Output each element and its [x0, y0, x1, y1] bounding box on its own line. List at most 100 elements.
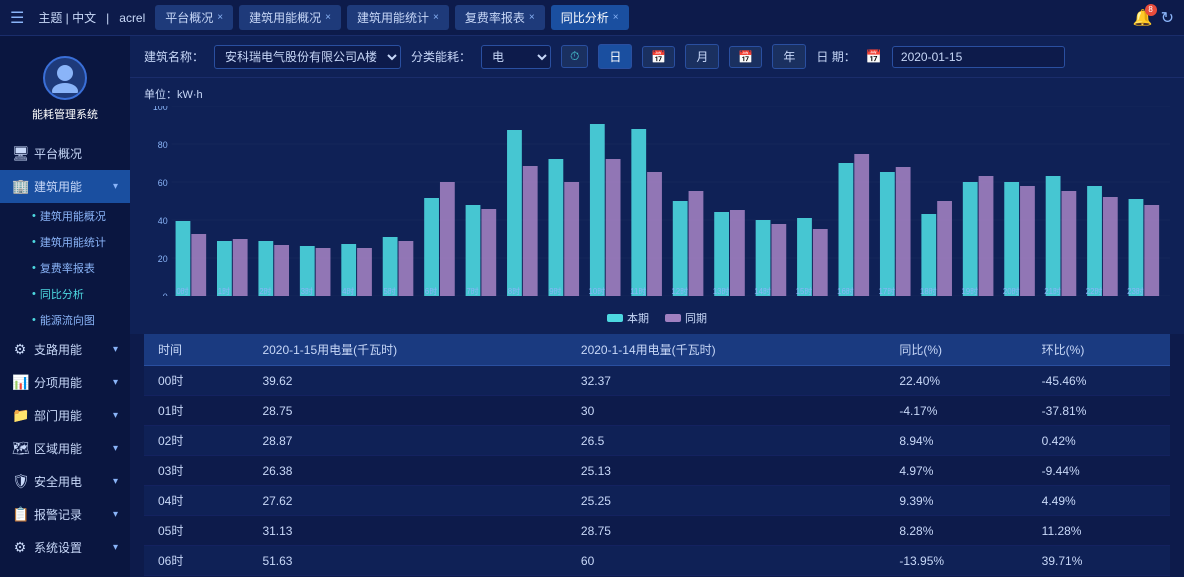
- tab-platform[interactable]: 平台概况 ×: [155, 5, 233, 30]
- area-icon: 🗺: [12, 440, 28, 457]
- table-cell: 04时: [144, 486, 248, 516]
- table-cell: 51.63: [248, 546, 566, 576]
- arrow-down-icon8: ▾: [113, 542, 118, 553]
- table-cell: 8.94%: [885, 426, 1027, 456]
- table-cell: 30: [567, 396, 885, 426]
- svg-text:17时: 17时: [879, 286, 896, 296]
- sub-item-building-overview[interactable]: 建筑用能概况: [20, 203, 130, 229]
- table-cell: -37.81%: [1028, 396, 1170, 426]
- table-cell: 4.49%: [1028, 486, 1170, 516]
- alarm-icon: 📋: [12, 506, 28, 523]
- notification-bell[interactable]: 🔔 8: [1133, 8, 1153, 28]
- sub-item-energy-flow[interactable]: 能源流向图: [20, 307, 130, 333]
- table-cell: 05时: [144, 516, 248, 546]
- svg-text:4时: 4时: [342, 286, 354, 296]
- sidebar-label-branch: 支路用能: [34, 341, 107, 358]
- table-cell: 02时: [144, 426, 248, 456]
- svg-text:15时: 15时: [796, 286, 813, 296]
- notification-badge: 8: [1145, 4, 1157, 16]
- username[interactable]: acrel: [119, 11, 145, 25]
- sidebar-item-platform[interactable]: 🖥 平台概况: [0, 137, 130, 170]
- col-header-previous-kwh: 2020-1-14用电量(千瓦时): [567, 334, 885, 366]
- svg-text:80: 80: [158, 140, 168, 150]
- arrow-down-icon: ▾: [113, 181, 118, 192]
- sidebar-label-platform: 平台概况: [34, 145, 118, 162]
- table-cell: -9.44%: [1028, 456, 1170, 486]
- svg-text:8时: 8时: [508, 286, 520, 296]
- clock-icon-button[interactable]: ⏱: [561, 45, 588, 68]
- sidebar-label-area: 区域用能: [34, 440, 107, 457]
- sub-item-tiered-report[interactable]: 复费率报表: [20, 255, 130, 281]
- tab-close[interactable]: ×: [325, 12, 331, 23]
- tab-building-stats[interactable]: 建筑用能统计 ×: [347, 5, 449, 30]
- table-row: 01时28.7530-4.17%-37.81%: [144, 396, 1170, 426]
- col-header-current-kwh: 2020-1-15用电量(千瓦时): [248, 334, 566, 366]
- svg-text:2时: 2时: [259, 286, 271, 296]
- sidebar-submenu-building: 建筑用能概况 建筑用能统计 复费率报表 同比分析 能源流向图: [0, 203, 130, 333]
- sidebar: 能耗管理系统 🖥 平台概况 🏢 建筑用能 ▾ 建筑用能概况 建筑用能统计 复费率…: [0, 36, 130, 577]
- sub-item-yoy[interactable]: 同比分析: [20, 281, 130, 307]
- table-row: 03时26.3825.134.97%-9.44%: [144, 456, 1170, 486]
- calendar-month-icon[interactable]: 📅: [642, 46, 675, 68]
- theme-selector[interactable]: 主题 | 中文: [38, 9, 96, 26]
- col-header-mom: 环比(%): [1028, 334, 1170, 366]
- svg-text:1时: 1时: [218, 286, 230, 296]
- legend-previous: 同期: [665, 310, 707, 326]
- filter-bar: 建筑名称： 安科瑞电气股份有限公司A楼 分类能耗： 电 ⏱ 日 📅 月 📅 年 …: [130, 36, 1184, 78]
- tab-close[interactable]: ×: [529, 12, 535, 23]
- platform-icon: 🖥: [12, 145, 28, 162]
- building-select[interactable]: 安科瑞电气股份有限公司A楼: [214, 45, 401, 69]
- svg-text:16时: 16时: [837, 286, 854, 296]
- sidebar-label-settings: 系统设置: [34, 539, 107, 556]
- sidebar-item-safety[interactable]: 🛡 安全用电 ▾: [0, 465, 130, 498]
- tab-close[interactable]: ×: [433, 12, 439, 23]
- table-cell: -13.95%: [885, 546, 1027, 576]
- tab-building-overview[interactable]: 建筑用能概况 ×: [239, 5, 341, 30]
- tab-tiered-report[interactable]: 复费率报表 ×: [455, 5, 545, 30]
- sidebar-item-alarm[interactable]: 📋 报警记录 ▾: [0, 498, 130, 531]
- calendar-year-icon[interactable]: 📅: [729, 46, 762, 68]
- user-profile: 能耗管理系统: [0, 46, 130, 137]
- svg-text:12时: 12时: [671, 286, 688, 296]
- sidebar-item-area-energy[interactable]: 🗺 区域用能 ▾: [0, 432, 130, 465]
- table-cell: -45.46%: [1028, 366, 1170, 396]
- sidebar-label-category: 分项用能: [34, 374, 107, 391]
- sidebar-item-category-energy[interactable]: 📊 分项用能 ▾: [0, 366, 130, 399]
- table-cell: -4.17%: [885, 396, 1027, 426]
- sidebar-item-dept-energy[interactable]: 📁 部门用能 ▾: [0, 399, 130, 432]
- svg-text:22时: 22时: [1086, 286, 1103, 296]
- table-cell: 27.62: [248, 486, 566, 516]
- month-button[interactable]: 月: [685, 44, 719, 69]
- dept-icon: 📁: [12, 407, 28, 424]
- svg-text:7时: 7时: [466, 286, 478, 296]
- arrow-down-icon5: ▾: [113, 443, 118, 454]
- tab-yoy-analysis[interactable]: 同比分析 ×: [551, 5, 629, 30]
- day-button[interactable]: 日: [598, 44, 632, 69]
- user-label: |: [106, 11, 109, 25]
- category-select[interactable]: 电: [481, 45, 551, 69]
- tab-close[interactable]: ×: [217, 12, 223, 23]
- arrow-down-icon2: ▾: [113, 344, 118, 355]
- table-cell: 60: [567, 546, 885, 576]
- svg-text:21时: 21时: [1044, 286, 1061, 296]
- sub-item-building-stats[interactable]: 建筑用能统计: [20, 229, 130, 255]
- svg-text:13时: 13时: [713, 286, 730, 296]
- table-cell: 11.28%: [1028, 516, 1170, 546]
- building-label: 建筑名称：: [144, 48, 204, 65]
- svg-text:40: 40: [158, 216, 168, 226]
- hamburger-menu[interactable]: ☰: [10, 8, 24, 28]
- refresh-button[interactable]: ↻: [1161, 8, 1174, 28]
- sidebar-item-branch-energy[interactable]: ⚙ 支路用能 ▾: [0, 333, 130, 366]
- svg-text:11时: 11时: [630, 286, 646, 296]
- table-row: 00时39.6232.3722.40%-45.46%: [144, 366, 1170, 396]
- settings-icon: ⚙: [12, 539, 28, 556]
- date-input[interactable]: [892, 46, 1065, 68]
- table-cell: 25.13: [567, 456, 885, 486]
- sidebar-item-settings[interactable]: ⚙ 系统设置 ▾: [0, 531, 130, 564]
- year-button[interactable]: 年: [772, 44, 806, 69]
- branch-icon: ⚙: [12, 341, 28, 358]
- sidebar-item-building-energy[interactable]: 🏢 建筑用能 ▾: [0, 170, 130, 203]
- arrow-down-icon6: ▾: [113, 476, 118, 487]
- svg-text:23时: 23时: [1127, 286, 1144, 296]
- tab-close[interactable]: ×: [613, 12, 619, 23]
